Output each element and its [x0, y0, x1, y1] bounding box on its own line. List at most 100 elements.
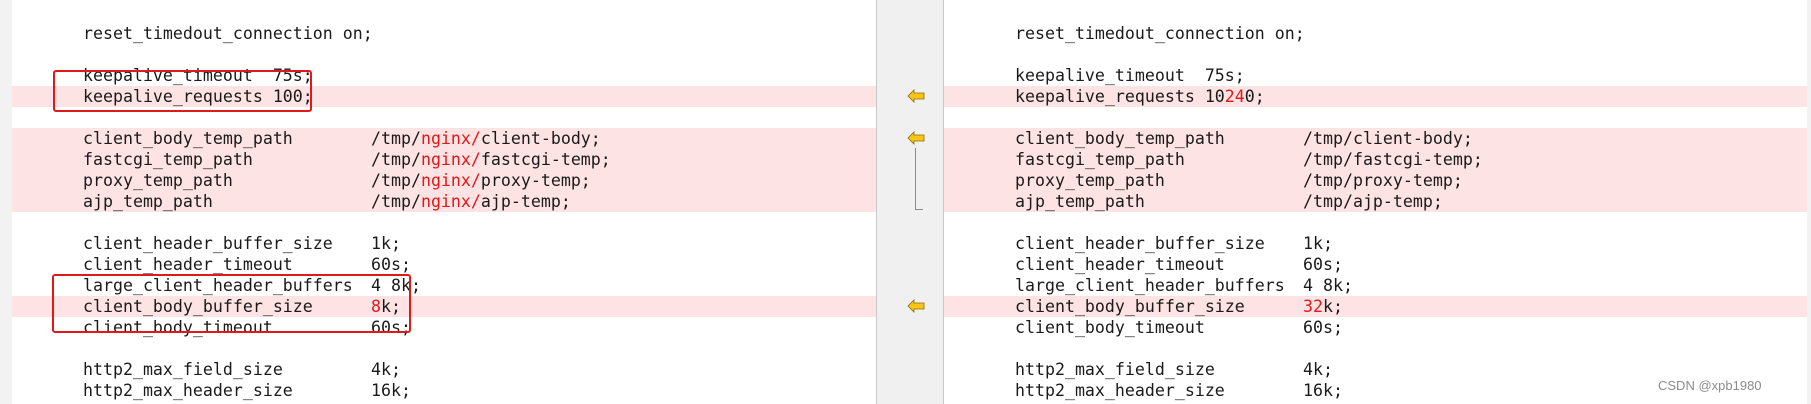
directive-text: client_body_temp_path	[83, 129, 293, 148]
directive-text: proxy_temp_path	[1015, 171, 1165, 190]
directive-value: /tmp/nginx/proxy-temp;	[371, 170, 591, 191]
directive-text: http2_max_field_size	[83, 360, 283, 379]
directive-text: client_header_timeout	[1015, 255, 1225, 274]
right-code-line[interactable]: keepalive_timeout 75s;	[944, 65, 1807, 86]
copy-left-arrow-icon[interactable]	[907, 131, 925, 145]
directive-text: ajp_temp_path	[1015, 192, 1145, 211]
directive-text: proxy_temp_path	[83, 171, 233, 190]
left-code-line[interactable]: reset_timedout_connection on;	[12, 23, 876, 44]
changed-text: nginx/	[420, 129, 481, 148]
value-segment: ajp-temp;	[480, 192, 571, 211]
copy-left-arrow-icon[interactable]	[907, 299, 925, 313]
value-segment: /tmp/	[371, 171, 421, 190]
left-diff-pane[interactable]: reset_timedout_connection on; keepalive_t…	[12, 0, 876, 404]
directive-value: /tmp/nginx/fastcgi-temp;	[371, 149, 611, 170]
directive-value: 32k;	[1303, 296, 1343, 317]
value-segment: keepalive_requests 10	[1015, 87, 1225, 106]
directive-text: client_body_temp_path	[1015, 129, 1225, 148]
left-code-line[interactable]: http2_max_field_size 4k;	[12, 359, 876, 380]
directive-text: client_body_buffer_size	[1015, 297, 1245, 316]
right-diff-pane[interactable]: reset_timedout_connection on; keepalive_t…	[944, 0, 1807, 404]
directive-value: 16k;	[1303, 381, 1343, 400]
directive-value: /tmp/proxy-temp;	[1303, 171, 1463, 190]
directive-value: 4k;	[1303, 360, 1333, 379]
directive-value: /tmp/nginx/client-body;	[371, 128, 601, 149]
value-segment: /tmp/	[371, 129, 421, 148]
changed-text: nginx/	[420, 192, 481, 211]
value-segment: client-body;	[480, 129, 601, 148]
directive-value: /tmp/ajp-temp;	[1303, 192, 1443, 211]
watermark: CSDN @xpb1980	[1658, 378, 1762, 393]
right-code-line[interactable]	[944, 44, 1807, 65]
copy-left-arrow-icon[interactable]	[907, 89, 925, 103]
right-code-line[interactable]: keepalive_requests 10240;	[944, 86, 1807, 107]
directive-text: reset_timedout_connection on;	[83, 24, 373, 43]
directive-value: 1k;	[1303, 234, 1333, 253]
left-code-line[interactable]: http2_max_header_size 16k;	[12, 380, 876, 401]
right-code-line[interactable]: client_body_temp_path/tmp/client-body;	[944, 128, 1807, 149]
value-segment: proxy-temp;	[480, 171, 591, 190]
left-code-line[interactable]: ajp_temp_path/tmp/nginx/ajp-temp;	[12, 191, 876, 212]
annotation-box-buffer-size	[52, 274, 411, 333]
diff-gutter	[876, 0, 944, 404]
directive-value: /tmp/fastcgi-temp;	[1303, 150, 1483, 169]
right-code-line[interactable]	[944, 107, 1807, 128]
right-code-line[interactable]: client_header_buffer_size 1k;	[944, 233, 1807, 254]
directive-value: 60s;	[1303, 318, 1343, 337]
changed-text: 32	[1303, 297, 1323, 316]
value-segment: /tmp/	[371, 150, 421, 169]
value-segment: fastcgi-temp;	[480, 150, 611, 169]
value-segment: /tmp/	[371, 192, 421, 211]
directive-value: 4k;	[371, 360, 401, 379]
right-code-line[interactable]	[944, 212, 1807, 233]
annotation-box-keepalive	[53, 70, 312, 112]
directive-text: client_body_timeout	[1015, 318, 1205, 337]
changed-text: 24	[1224, 87, 1245, 106]
directive-text: keepalive_timeout 75s;	[1015, 66, 1245, 85]
left-code-line[interactable]: client_body_temp_path/tmp/nginx/client-b…	[12, 128, 876, 149]
right-code-line[interactable]: client_header_timeout 60s;	[944, 254, 1807, 275]
right-code-line[interactable]: http2_max_field_size 4k;	[944, 359, 1807, 380]
left-code-line[interactable]: fastcgi_temp_path/tmp/nginx/fastcgi-temp…	[12, 149, 876, 170]
directive-value: /tmp/client-body;	[1303, 129, 1473, 148]
directive-value: 4 8k;	[1303, 276, 1353, 295]
left-code-line[interactable]: client_header_timeout 60s;	[12, 254, 876, 275]
right-code-line[interactable]: large_client_header_buffers 4 8k;	[944, 275, 1807, 296]
value-segment: 0;	[1244, 87, 1265, 106]
value-segment: k;	[1322, 297, 1343, 316]
changed-text: nginx/	[420, 171, 481, 190]
directive-text: client_header_buffer_size	[83, 234, 333, 253]
right-code-line[interactable]: proxy_temp_path/tmp/proxy-temp;	[944, 170, 1807, 191]
right-code-line[interactable]: reset_timedout_connection on;	[944, 23, 1807, 44]
left-margin	[0, 0, 12, 404]
left-code-line[interactable]	[12, 212, 876, 233]
right-code-line[interactable]: client_body_timeout 60s;	[944, 317, 1807, 338]
directive-value: 60s;	[1303, 255, 1343, 274]
right-code-line[interactable]: client_body_buffer_size 32k;	[944, 296, 1807, 317]
changed-text: nginx/	[420, 150, 481, 169]
directive-text: client_header_buffer_size	[1015, 234, 1265, 253]
left-code-line[interactable]	[12, 338, 876, 359]
directive-text: fastcgi_temp_path	[1015, 150, 1185, 169]
directive-text: reset_timedout_connection on;	[1015, 24, 1305, 43]
change-block-bracket	[915, 148, 923, 210]
directive-value: /tmp/nginx/ajp-temp;	[371, 191, 571, 212]
directive-text: fastcgi_temp_path	[83, 150, 253, 169]
directive-text: large_client_header_buffers	[1015, 276, 1285, 295]
right-code-line[interactable]: fastcgi_temp_path/tmp/fastcgi-temp;	[944, 149, 1807, 170]
directive-value: 1k;	[371, 234, 401, 253]
directive-text: http2_max_header_size	[1015, 381, 1225, 400]
right-scrollbar-edge[interactable]	[1807, 0, 1811, 404]
right-code-line[interactable]: ajp_temp_path/tmp/ajp-temp;	[944, 191, 1807, 212]
directive-text: http2_max_header_size	[83, 381, 293, 400]
directive-text: client_header_timeout	[83, 255, 293, 274]
directive-value: keepalive_requests 10240;	[1015, 86, 1265, 107]
directive-text: ajp_temp_path	[83, 192, 213, 211]
directive-value: 16k;	[371, 381, 411, 400]
directive-value: 60s;	[371, 255, 411, 274]
left-code-line[interactable]: proxy_temp_path/tmp/nginx/proxy-temp;	[12, 170, 876, 191]
left-code-line[interactable]	[12, 44, 876, 65]
left-code-line[interactable]: client_header_buffer_size 1k;	[12, 233, 876, 254]
directive-text: http2_max_field_size	[1015, 360, 1215, 379]
right-code-line[interactable]	[944, 338, 1807, 359]
